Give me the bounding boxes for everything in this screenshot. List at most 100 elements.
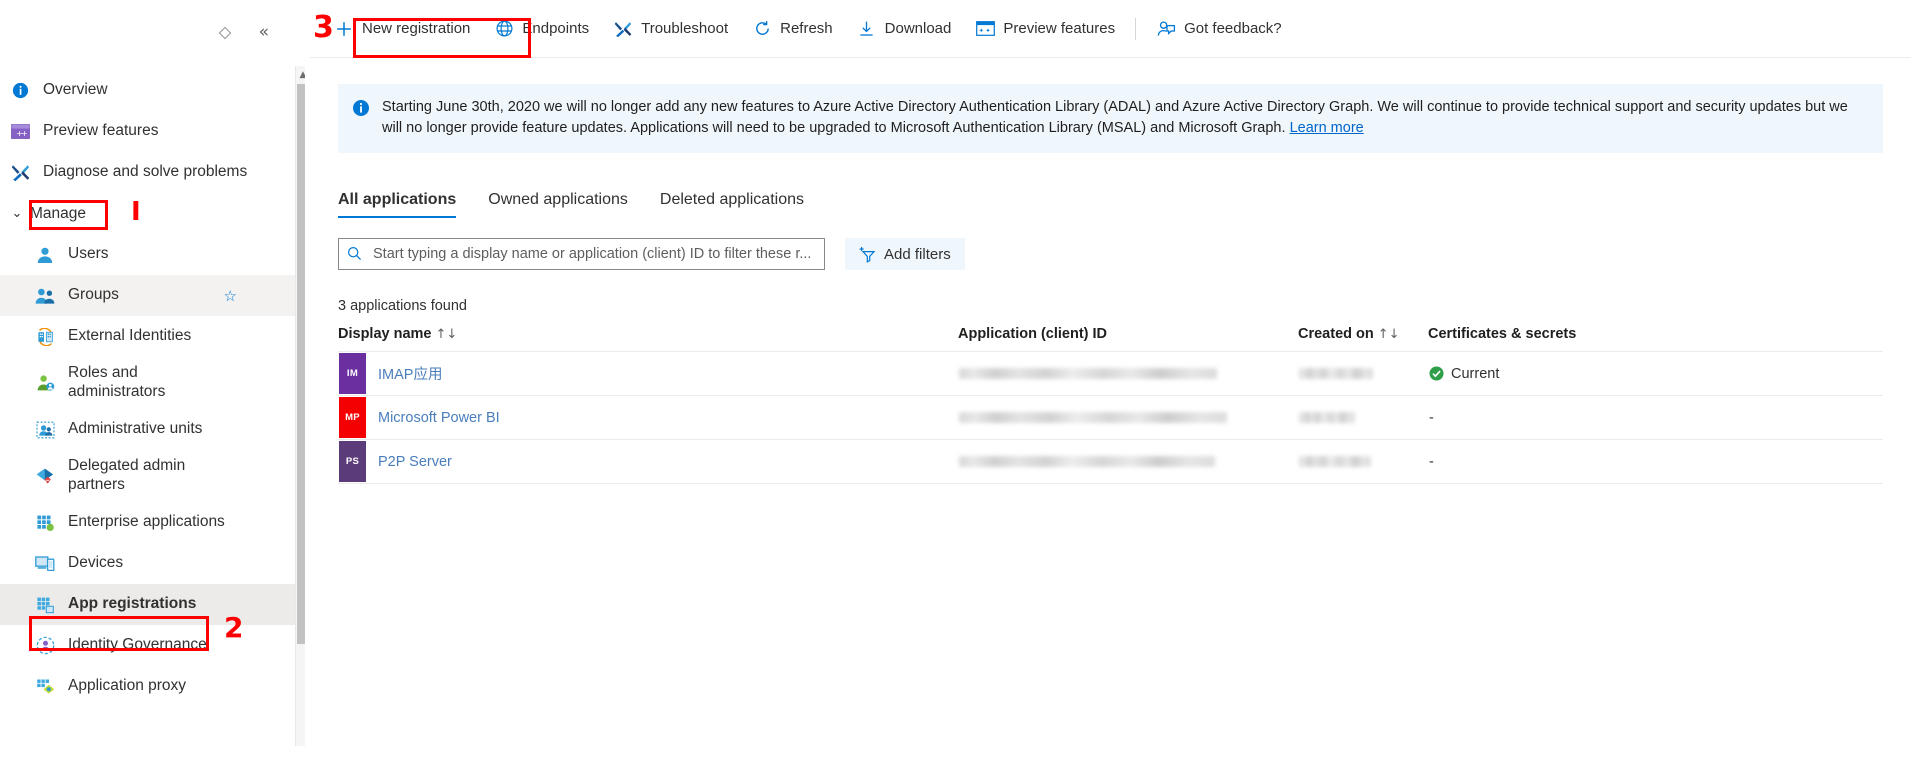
troubleshoot-icon xyxy=(613,19,633,39)
command-separator xyxy=(1135,17,1137,40)
learn-more-link[interactable]: Learn more xyxy=(1290,120,1364,136)
column-label: Display name xyxy=(338,326,432,343)
groups-icon xyxy=(33,284,57,308)
command-label: Got feedback? xyxy=(1184,20,1282,37)
sidebar-item-administrative-units[interactable]: Administrative units xyxy=(0,409,305,450)
check-circle-icon xyxy=(1429,366,1444,381)
command-label: New registration xyxy=(362,20,471,37)
sidebar-item-preview-features[interactable]: + + Preview features xyxy=(0,111,305,152)
preview-features-button[interactable]: Preview features xyxy=(963,12,1127,46)
column-label: Application (client) ID xyxy=(958,326,1108,343)
sidebar-item-roles-and-administrators[interactable]: Roles and administrators xyxy=(0,357,305,409)
download-button[interactable]: Download xyxy=(845,12,964,46)
app-name-link[interactable]: P2P Server xyxy=(378,454,452,470)
refresh-icon xyxy=(752,19,772,39)
sidebar-item-label: Diagnose and solve problems xyxy=(43,163,248,181)
command-label: Preview features xyxy=(1003,20,1116,37)
sidebar-item-overview[interactable]: Overview xyxy=(0,70,305,111)
sidebar-item-label: Enterprise applications xyxy=(68,513,225,531)
command-label: Troubleshoot xyxy=(641,20,729,37)
endpoints-button[interactable]: Endpoints xyxy=(482,12,601,46)
cell-created-on xyxy=(1298,440,1428,484)
redacted-created-on xyxy=(1299,368,1373,380)
sidebar-item-delegated-admin-partners[interactable]: Delegated admin partners xyxy=(0,450,305,502)
column-header-client-id[interactable]: Application (client) ID xyxy=(958,326,1298,352)
tab-all-applications[interactable]: All applications xyxy=(338,191,457,219)
favorite-star-icon[interactable]: ☆ xyxy=(224,287,237,305)
certificate-status: - xyxy=(1429,453,1434,470)
cell-client-id xyxy=(958,396,1298,440)
application-proxy-icon xyxy=(33,675,57,699)
sidebar-item-users[interactable]: Users xyxy=(0,234,305,275)
tab-owned-applications[interactable]: Owned applications xyxy=(488,191,628,218)
main-content: New registration Endpoints Troubleshoot … xyxy=(310,0,1911,762)
identity-governance-icon xyxy=(33,634,57,658)
chevron-down-icon: ⌄ xyxy=(11,206,23,221)
search-and-filter-row: Add filters xyxy=(338,238,1883,271)
app-initials-tile: IM xyxy=(339,353,366,395)
app-initials-tile: MP xyxy=(339,397,366,439)
search-icon xyxy=(347,246,363,262)
sidebar-item-diagnose-and-solve-problems[interactable]: Diagnose and solve problems xyxy=(0,152,305,193)
sidebar-item-devices[interactable]: Devices xyxy=(0,543,305,584)
sidebar-item-label: Groups xyxy=(68,286,119,304)
download-icon xyxy=(857,19,877,39)
sidebar-item-label: Overview xyxy=(43,81,108,99)
column-header-display-name[interactable]: Display name ↑↓ xyxy=(338,326,958,352)
sort-icon[interactable]: ↑↓ xyxy=(1378,327,1400,342)
add-filter-icon xyxy=(859,246,876,263)
table-row[interactable]: IM IMAP应用 Current xyxy=(338,351,1883,396)
troubleshoot-button[interactable]: Troubleshoot xyxy=(601,12,740,46)
sidebar-item-identity-governance[interactable]: Identity Governance xyxy=(0,625,305,666)
search-box[interactable] xyxy=(338,238,825,271)
scrollbar-thumb[interactable] xyxy=(297,84,305,644)
sidebar-item-label: Users xyxy=(68,245,109,263)
collapse-chevrons-icon[interactable]: « xyxy=(259,24,269,41)
search-input[interactable] xyxy=(371,245,816,264)
svg-text:+: + xyxy=(21,129,28,138)
app-initials-tile: PS xyxy=(339,441,366,483)
table-row[interactable]: MP Microsoft Power BI - xyxy=(338,395,1883,440)
sidebar-item-label: Identity Governance xyxy=(68,636,207,654)
sidebar-item-label: Delegated admin partners xyxy=(68,457,186,493)
table-row[interactable]: PS P2P Server - xyxy=(338,439,1883,484)
results-count: 3 applications found xyxy=(338,298,467,315)
scroll-up-arrow-icon[interactable]: ▲ xyxy=(296,68,305,82)
sidebar-scrollbar[interactable]: ▲ xyxy=(295,66,305,746)
pin-diamond-icon[interactable] xyxy=(217,26,233,42)
cell-display-name: PS P2P Server xyxy=(338,440,958,484)
user-icon xyxy=(33,243,57,267)
got-feedback-button[interactable]: Got feedback? xyxy=(1144,12,1294,46)
new-registration-button[interactable]: New registration xyxy=(322,12,482,46)
sort-icon[interactable]: ↑↓ xyxy=(436,327,458,342)
cell-certificates: Current xyxy=(1428,352,1883,396)
column-label: Created on xyxy=(1298,326,1374,343)
banner-text: Starting June 30th, 2020 we will no long… xyxy=(382,99,1848,137)
wrench-screwdriver-icon xyxy=(8,161,32,185)
sidebar-item-enterprise-applications[interactable]: Enterprise applications xyxy=(0,502,305,543)
redacted-client-id xyxy=(959,412,1227,424)
sidebar-item-label: App registrations xyxy=(68,595,197,613)
app-name-link[interactable]: Microsoft Power BI xyxy=(378,410,500,426)
sidebar-group-manage[interactable]: ⌄ Manage xyxy=(0,193,305,234)
sidebar-item-application-proxy[interactable]: Application proxy xyxy=(0,666,305,707)
refresh-button[interactable]: Refresh xyxy=(740,12,845,46)
sidebar-item-label: Roles and administrators xyxy=(68,364,166,400)
tab-deleted-applications[interactable]: Deleted applications xyxy=(660,191,804,218)
azure-portal-app-registrations-page: « Overview + + Preview features Diagnose… xyxy=(0,0,1911,762)
sidebar-item-external-identities[interactable]: External Identities xyxy=(0,316,305,357)
command-label: Endpoints xyxy=(522,20,590,37)
column-label: Certificates & secrets xyxy=(1428,326,1577,343)
sidebar-item-groups[interactable]: Groups ☆ xyxy=(0,275,305,316)
redacted-client-id xyxy=(959,368,1217,380)
app-name-link[interactable]: IMAP应用 xyxy=(378,363,442,384)
banner-text-block: Starting June 30th, 2020 we will no long… xyxy=(382,97,1867,139)
add-filters-button[interactable]: Add filters xyxy=(845,238,965,271)
certificate-status: Current xyxy=(1451,365,1500,382)
column-header-certificates-secrets[interactable]: Certificates & secrets xyxy=(1428,326,1883,352)
sidebar-header: « xyxy=(0,0,305,62)
cell-client-id xyxy=(958,440,1298,484)
sidebar-item-app-registrations[interactable]: App registrations xyxy=(0,584,305,625)
column-header-created-on[interactable]: Created on ↑↓ xyxy=(1298,326,1428,352)
sidebar-item-label: Devices xyxy=(68,554,124,572)
